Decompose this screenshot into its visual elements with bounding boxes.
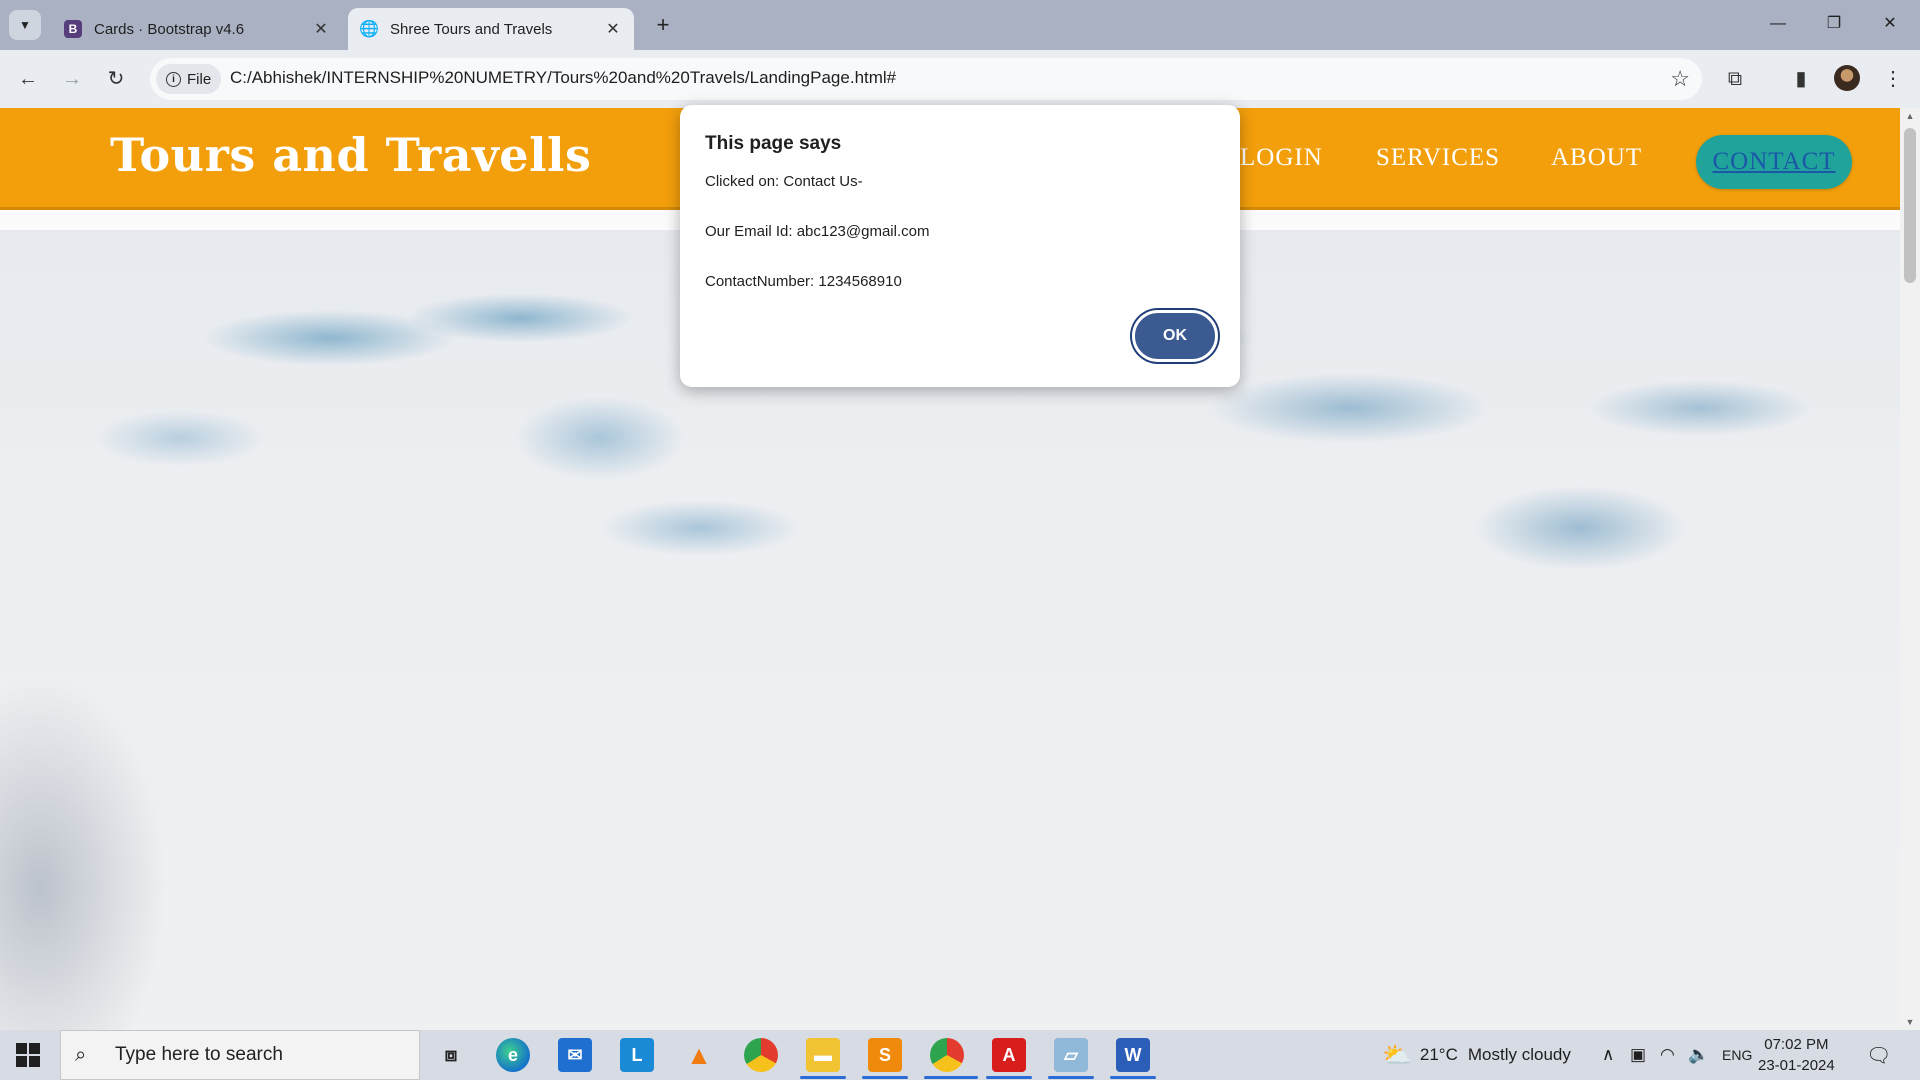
- tab-title: Shree Tours and Travels: [390, 20, 553, 38]
- scroll-up-icon[interactable]: ▲: [1900, 108, 1920, 124]
- extensions-icon[interactable]: ⧉: [1720, 64, 1750, 94]
- search-placeholder: Type here to search: [115, 1044, 283, 1065]
- profile-avatar[interactable]: [1834, 65, 1860, 91]
- scroll-thumb[interactable]: [1904, 128, 1916, 283]
- dialog-phone-line: ContactNumber: 1234568910: [705, 273, 902, 290]
- active-app-indicator: [1110, 1076, 1156, 1079]
- windows-start-icon[interactable]: [16, 1043, 40, 1067]
- close-icon[interactable]: ✕: [604, 19, 622, 39]
- clock-date: 23-01-2024: [1758, 1057, 1835, 1074]
- reload-icon[interactable]: ↻: [100, 63, 132, 95]
- chevron-down-icon: ▼: [19, 18, 31, 32]
- edge-icon[interactable]: e: [496, 1038, 530, 1072]
- browser-toolbar: ← → ↻ i File C:/Abhishek/INTERNSHIP%20NU…: [0, 50, 1920, 108]
- alert-dialog: This page says Clicked on: Contact Us- O…: [680, 105, 1240, 387]
- active-app-indicator: [986, 1076, 1032, 1079]
- minimize-icon[interactable]: —: [1758, 10, 1798, 38]
- active-app-indicator: [800, 1076, 846, 1079]
- active-app-indicator: [862, 1076, 908, 1079]
- active-app-indicator: [924, 1076, 978, 1079]
- url-text[interactable]: C:/Abhishek/INTERNSHIP%20NUMETRY/Tours%2…: [230, 68, 896, 88]
- weather-widget[interactable]: ⛅ 21°C Mostly cloudy: [1382, 1030, 1571, 1080]
- mail-icon[interactable]: ✉: [558, 1038, 592, 1072]
- restore-icon[interactable]: ❐: [1814, 10, 1854, 38]
- scroll-down-icon[interactable]: ▼: [1900, 1014, 1920, 1030]
- nav-link-services[interactable]: SERVICES: [1376, 144, 1500, 172]
- tab-shree-tours[interactable]: 🌐 Shree Tours and Travels ✕: [348, 8, 634, 50]
- menu-dots-icon[interactable]: ⋮: [1878, 64, 1908, 94]
- taskbar-search[interactable]: ⌕ Type here to search: [60, 1030, 420, 1080]
- notifications-icon[interactable]: 🗨: [1866, 1030, 1891, 1080]
- vlc-icon[interactable]: ▲: [682, 1038, 716, 1072]
- close-icon[interactable]: ✕: [312, 19, 330, 39]
- ok-button[interactable]: OK: [1132, 310, 1218, 362]
- chrome-profile-icon[interactable]: [930, 1038, 964, 1072]
- acrobat-icon[interactable]: A: [992, 1038, 1026, 1072]
- notepad-icon[interactable]: ▱: [1054, 1038, 1088, 1072]
- cloudy-weather-icon: ⛅: [1382, 1041, 1412, 1069]
- dialog-message-line: Clicked on: Contact Us-: [705, 173, 863, 190]
- info-icon: i: [166, 71, 181, 87]
- volume-icon[interactable]: 🔈: [1688, 1030, 1709, 1080]
- sublime-text-icon[interactable]: S: [868, 1038, 902, 1072]
- search-icon: ⌕: [75, 1043, 87, 1066]
- address-bar[interactable]: i File C:/Abhishek/INTERNSHIP%20NUMETRY/…: [150, 58, 1702, 100]
- wifi-icon[interactable]: ◠: [1660, 1030, 1675, 1080]
- taskbar-clock[interactable]: 07:02 PM 23-01-2024: [1758, 1034, 1835, 1076]
- task-view-icon[interactable]: ⧈: [434, 1038, 468, 1072]
- contact-button[interactable]: CONTACT: [1696, 135, 1852, 189]
- tab-bootstrap-cards[interactable]: B Cards · Bootstrap v4.6 ✕: [52, 8, 342, 50]
- dialog-email-line: Our Email Id: abc123@gmail.com: [705, 223, 930, 240]
- site-brand[interactable]: Tours and Travells: [110, 128, 591, 182]
- active-app-indicator: [1048, 1076, 1094, 1079]
- forward-icon[interactable]: →: [56, 63, 88, 95]
- windows-taskbar: ⌕ Type here to search ⧈ e ✉ L ▲ ▬ S A ▱ …: [0, 1030, 1920, 1080]
- globe-icon: 🌐: [359, 21, 379, 38]
- close-window-icon[interactable]: ✕: [1870, 10, 1910, 38]
- word-icon[interactable]: W: [1116, 1038, 1150, 1072]
- back-icon[interactable]: ←: [12, 63, 44, 95]
- site-info-chip[interactable]: i File: [156, 64, 222, 94]
- tab-strip: ▼ B Cards · Bootstrap v4.6 ✕ 🌐 Shree Tou…: [0, 0, 1920, 50]
- dialog-title: This page says: [705, 133, 842, 154]
- page-scrollbar[interactable]: ▲ ▼: [1900, 108, 1920, 1030]
- bookmark-star-icon[interactable]: ☆: [1670, 66, 1690, 92]
- bootstrap-favicon-icon: B: [64, 20, 82, 38]
- file-explorer-icon[interactable]: ▬: [806, 1038, 840, 1072]
- new-tab-button[interactable]: +: [650, 12, 676, 38]
- weather-temp: 21°C: [1419, 1045, 1458, 1064]
- tab-title: Cards · Bootstrap v4.6: [94, 20, 245, 38]
- tray-chevron-icon[interactable]: ∧: [1602, 1030, 1614, 1080]
- scheme-label: File: [187, 70, 212, 88]
- clock-time: 07:02 PM: [1764, 1036, 1829, 1053]
- nav-link-about[interactable]: ABOUT: [1551, 144, 1642, 172]
- language-indicator[interactable]: ENG: [1722, 1030, 1752, 1080]
- chrome-icon[interactable]: [744, 1038, 778, 1072]
- nav-link-login[interactable]: LOGIN: [1240, 144, 1323, 172]
- side-panel-icon[interactable]: ▮: [1786, 64, 1816, 94]
- l-app-icon[interactable]: L: [620, 1038, 654, 1072]
- meet-now-icon[interactable]: ▣: [1630, 1030, 1646, 1080]
- tab-search-button[interactable]: ▼: [9, 10, 41, 40]
- weather-condition: Mostly cloudy: [1467, 1045, 1571, 1064]
